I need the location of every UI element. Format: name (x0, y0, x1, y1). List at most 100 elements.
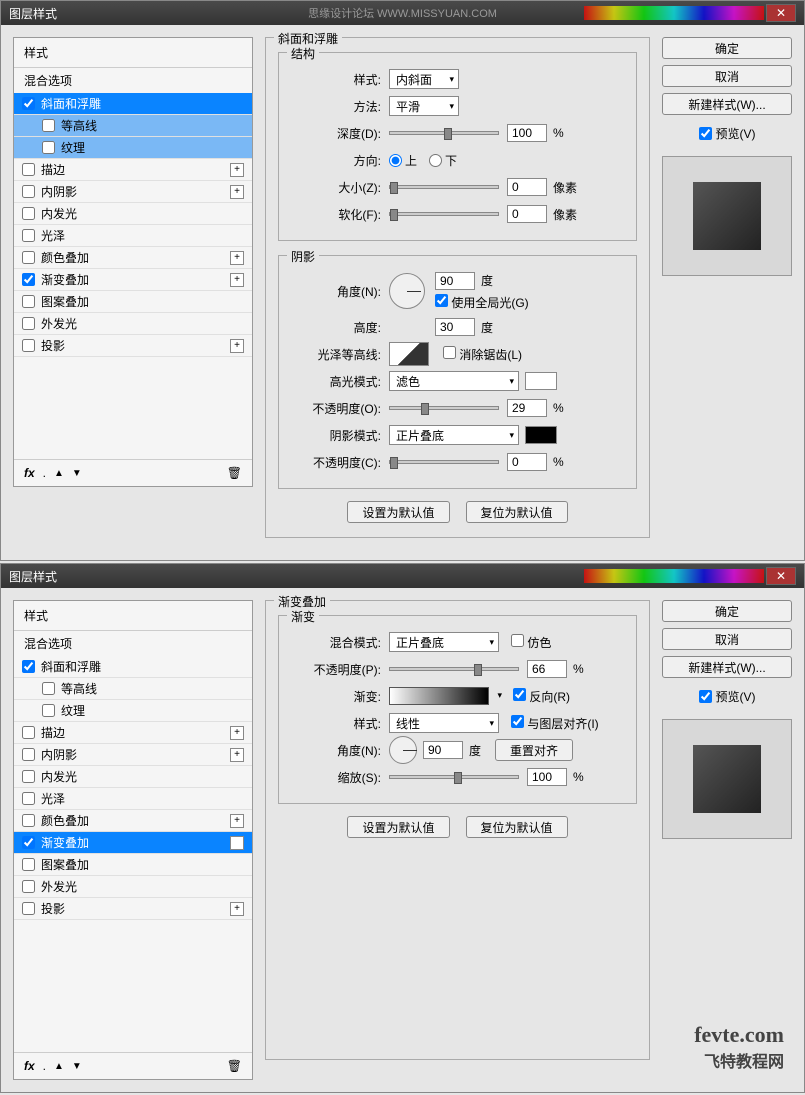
highlight-select[interactable]: 滤色 (389, 371, 519, 391)
make-default-button[interactable]: 设置为默认值 (347, 501, 449, 523)
style-checkbox[interactable] (42, 704, 55, 717)
direction-up[interactable]: 上 (389, 152, 417, 169)
style-item[interactable]: 描边+ (14, 722, 252, 744)
reverse-check[interactable]: 反向(R) (513, 688, 570, 705)
shadow-color[interactable] (525, 426, 557, 444)
titlebar[interactable]: 图层样式 ✕ (1, 564, 804, 588)
plus-icon[interactable]: + (230, 273, 244, 287)
plus-icon[interactable]: + (230, 163, 244, 177)
make-default-button[interactable]: 设置为默认值 (347, 816, 449, 838)
style-checkbox[interactable] (22, 814, 35, 827)
cancel-button[interactable]: 取消 (662, 628, 792, 650)
highlight-color[interactable] (525, 372, 557, 390)
style-checkbox[interactable] (22, 836, 35, 849)
style-item[interactable]: 投影+ (14, 335, 252, 357)
method-select[interactable]: 平滑 (389, 96, 459, 116)
fx-icon[interactable]: fx (24, 1059, 35, 1073)
arrow-up-icon[interactable]: ▲ (54, 468, 64, 479)
style-item[interactable]: 外发光 (14, 876, 252, 898)
style-item[interactable]: 渐变叠加+ (14, 832, 252, 854)
angle-wheel[interactable] (389, 736, 417, 764)
style-item[interactable]: 光泽 (14, 788, 252, 810)
style-checkbox[interactable] (22, 660, 35, 673)
style-item[interactable]: 光泽 (14, 225, 252, 247)
blending-options[interactable]: 混合选项 (14, 631, 252, 656)
cancel-button[interactable]: 取消 (662, 65, 792, 87)
style-item[interactable]: 颜色叠加+ (14, 247, 252, 269)
angle-input[interactable] (435, 272, 475, 290)
trash-icon[interactable]: 🗑 (227, 1059, 242, 1073)
size-slider[interactable] (389, 185, 499, 189)
styles-header[interactable]: 样式 (14, 601, 252, 631)
align-check[interactable]: 与图层对齐(I) (511, 715, 599, 732)
fx-icon[interactable]: fx (24, 466, 35, 480)
style-select[interactable]: 内斜面 (389, 69, 459, 89)
opacity1-input[interactable] (507, 399, 547, 417)
style-checkbox[interactable] (22, 163, 35, 176)
style-item[interactable]: 颜色叠加+ (14, 810, 252, 832)
antialias-check[interactable]: 消除锯齿(L) (443, 346, 522, 363)
style-checkbox[interactable] (22, 880, 35, 893)
depth-slider[interactable] (389, 131, 499, 135)
style-checkbox[interactable] (22, 185, 35, 198)
style-item[interactable]: 投影+ (14, 898, 252, 920)
trash-icon[interactable]: 🗑 (227, 466, 242, 480)
plus-icon[interactable]: + (230, 814, 244, 828)
gradient-swatch[interactable] (389, 687, 489, 705)
grad-style-select[interactable]: 线性 (389, 713, 499, 733)
size-input[interactable] (507, 178, 547, 196)
reset-align-button[interactable]: 重置对齐 (495, 739, 573, 761)
style-item[interactable]: 内发光 (14, 203, 252, 225)
depth-input[interactable] (507, 124, 547, 142)
style-checkbox[interactable] (22, 273, 35, 286)
style-item[interactable]: 斜面和浮雕 (14, 93, 252, 115)
angle-wheel[interactable] (389, 273, 425, 309)
plus-icon[interactable]: + (230, 902, 244, 916)
opacity2-slider[interactable] (389, 460, 499, 464)
style-item[interactable]: 等高线 (14, 678, 252, 700)
opacity-slider[interactable] (389, 667, 519, 671)
opacity1-slider[interactable] (389, 406, 499, 410)
reset-default-button[interactable]: 复位为默认值 (466, 501, 568, 523)
scale-slider[interactable] (389, 775, 519, 779)
style-checkbox[interactable] (42, 119, 55, 132)
style-checkbox[interactable] (22, 858, 35, 871)
style-checkbox[interactable] (42, 682, 55, 695)
ok-button[interactable]: 确定 (662, 600, 792, 622)
plus-icon[interactable]: + (230, 339, 244, 353)
scale-input[interactable] (527, 768, 567, 786)
plus-icon[interactable]: + (230, 185, 244, 199)
blend-select[interactable]: 正片叠底 (389, 632, 499, 652)
style-item[interactable]: 纹理 (14, 700, 252, 722)
style-checkbox[interactable] (22, 317, 35, 330)
opacity2-input[interactable] (507, 453, 547, 471)
close-icon[interactable]: ✕ (766, 567, 796, 585)
soften-slider[interactable] (389, 212, 499, 216)
global-light-check[interactable]: 使用全局光(G) (435, 296, 529, 310)
style-item[interactable]: 描边+ (14, 159, 252, 181)
ok-button[interactable]: 确定 (662, 37, 792, 59)
style-checkbox[interactable] (22, 748, 35, 761)
titlebar[interactable]: 图层样式 思缘设计论坛 WWW.MISSYUAN.COM ✕ (1, 1, 804, 25)
style-checkbox[interactable] (42, 141, 55, 154)
style-checkbox[interactable] (22, 207, 35, 220)
style-item[interactable]: 图案叠加 (14, 291, 252, 313)
arrow-up-icon[interactable]: ▲ (54, 1061, 64, 1072)
plus-icon[interactable]: + (230, 748, 244, 762)
style-checkbox[interactable] (22, 792, 35, 805)
style-checkbox[interactable] (22, 726, 35, 739)
style-checkbox[interactable] (22, 97, 35, 110)
styles-header[interactable]: 样式 (14, 38, 252, 68)
style-item[interactable]: 内发光 (14, 766, 252, 788)
style-item[interactable]: 纹理 (14, 137, 252, 159)
new-style-button[interactable]: 新建样式(W)... (662, 93, 792, 115)
style-checkbox[interactable] (22, 251, 35, 264)
altitude-input[interactable] (435, 318, 475, 336)
opacity-input[interactable] (527, 660, 567, 678)
blending-options[interactable]: 混合选项 (14, 68, 252, 93)
new-style-button[interactable]: 新建样式(W)... (662, 656, 792, 678)
arrow-down-icon[interactable]: ▼ (72, 468, 82, 479)
style-checkbox[interactable] (22, 339, 35, 352)
angle-input[interactable] (423, 741, 463, 759)
style-item[interactable]: 斜面和浮雕 (14, 656, 252, 678)
